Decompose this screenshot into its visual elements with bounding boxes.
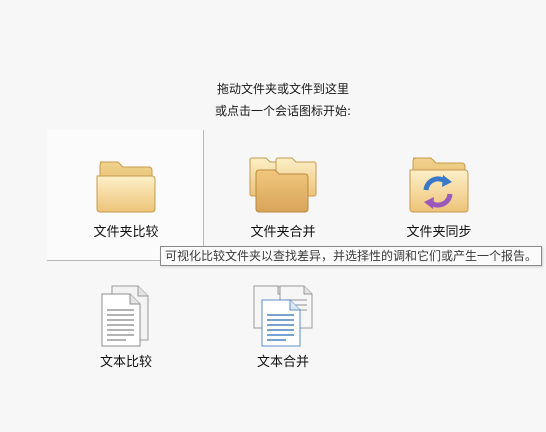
text-merge-label: 文本合并	[256, 355, 309, 370]
folder-merge-icon	[208, 154, 358, 224]
folder-merge-label: 文件夹合并	[250, 225, 316, 240]
folder-merge-tile[interactable]: 文件夹合并	[208, 154, 358, 244]
folder-compare-tile[interactable]: 文件夹比较	[51, 154, 201, 244]
folder-sync-tile[interactable]: 文件夹同步	[364, 154, 514, 244]
text-document-icon	[51, 284, 201, 354]
instructions-line-1: 拖动文件夹或文件到这里	[216, 82, 349, 96]
folder-compare-tooltip: 可视化比较文件夹以查找差异，并选择性的调和它们或产生一个报告。	[160, 246, 543, 266]
text-compare-label: 文本比较	[99, 355, 152, 370]
text-merge-icon	[208, 284, 358, 354]
instructions: 拖动文件夹或文件到这里 或点击一个会话图标开始:	[0, 78, 546, 122]
folder-icon	[51, 154, 201, 224]
folder-sync-icon	[364, 154, 514, 224]
instructions-line-2: 或点击一个会话图标开始:	[214, 104, 352, 118]
folder-compare-label: 文件夹比较	[93, 225, 159, 240]
folder-sync-label: 文件夹同步	[406, 225, 472, 240]
text-compare-tile[interactable]: 文本比较	[51, 284, 201, 372]
text-merge-tile[interactable]: 文本合并	[208, 284, 358, 372]
